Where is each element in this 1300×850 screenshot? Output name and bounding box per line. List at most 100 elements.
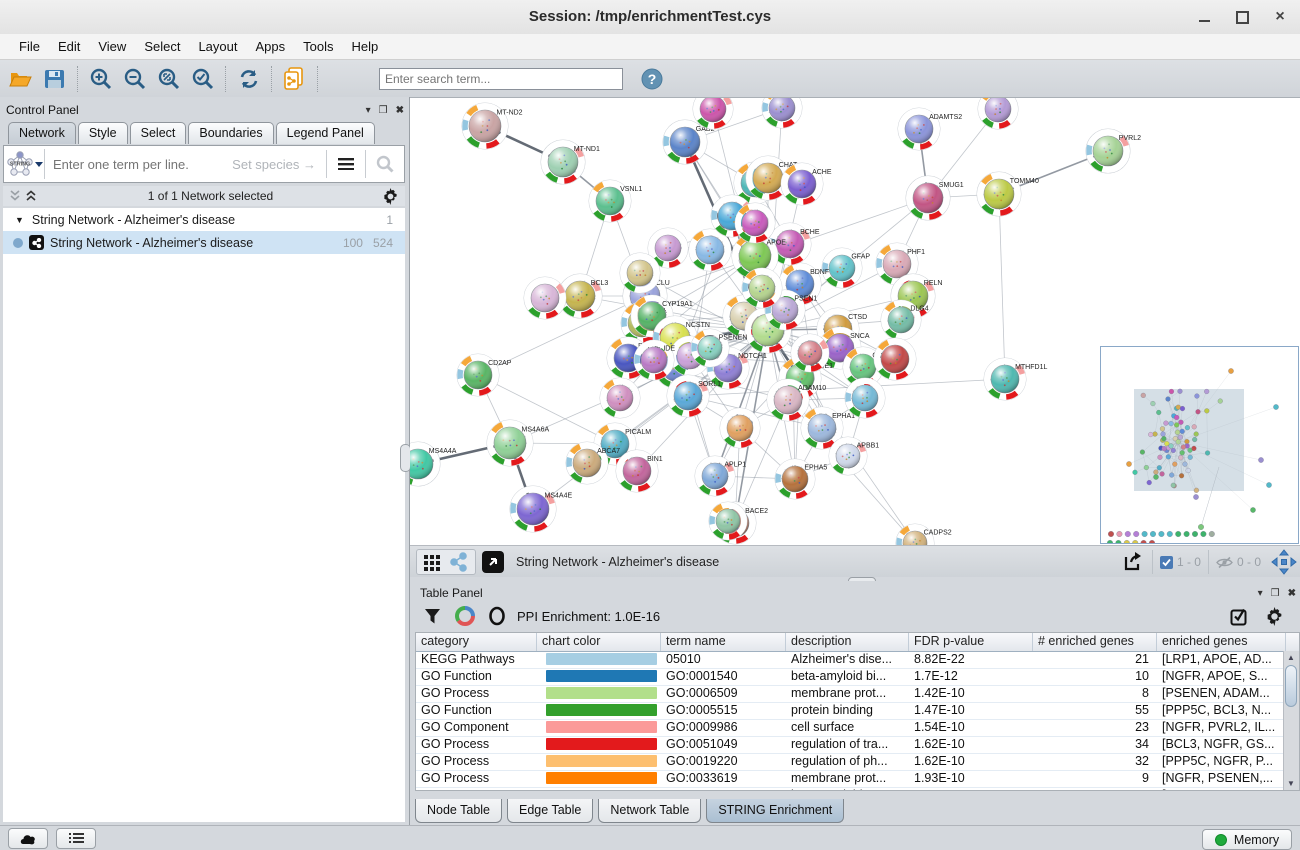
- open-file-icon[interactable]: [4, 64, 38, 94]
- zoom-fit-icon[interactable]: [152, 64, 186, 94]
- welcome-screen-button[interactable]: [8, 828, 48, 849]
- tab-network[interactable]: Network: [8, 122, 76, 144]
- column-header-term-name[interactable]: term name: [661, 633, 786, 651]
- filter-icon[interactable]: [424, 608, 441, 625]
- svg-text:SNCA: SNCA: [850, 333, 870, 340]
- table-row[interactable]: GO ProcessGO:0019220regulation of ph...1…: [416, 754, 1299, 771]
- zoom-selected-icon[interactable]: [186, 64, 220, 94]
- menu-file[interactable]: File: [10, 39, 49, 54]
- chart-color-swatch: [546, 738, 657, 750]
- statusbar: [0, 825, 1300, 850]
- menu-select[interactable]: Select: [135, 39, 189, 54]
- collapse-all-icon[interactable]: [9, 190, 23, 202]
- table-row[interactable]: KEGG Pathways05010Alzheimer's dise...8.8…: [416, 652, 1299, 669]
- network-tree-row[interactable]: ▼String Network - Alzheimer's disease1: [3, 208, 405, 231]
- column-header-enriched-genes[interactable]: enriched genes: [1157, 633, 1286, 651]
- help-icon[interactable]: ?: [635, 64, 669, 94]
- cell-category: KEGG Pathways: [416, 652, 537, 668]
- menu-edit[interactable]: Edit: [49, 39, 89, 54]
- clear-chart-icon[interactable]: [487, 606, 507, 626]
- chart-color-swatch: [546, 755, 657, 767]
- birdseye-view[interactable]: [1100, 346, 1299, 544]
- tab-style[interactable]: Style: [78, 122, 128, 144]
- menu-view[interactable]: View: [89, 39, 135, 54]
- enrichment-table[interactable]: categorychart colorterm namedescriptionF…: [415, 632, 1300, 791]
- menu-help[interactable]: Help: [343, 39, 388, 54]
- string-query-input[interactable]: [44, 149, 232, 179]
- table-row[interactable]: GO FunctionGO:0001540beta-amyloid bi...1…: [416, 669, 1299, 686]
- column-header-category[interactable]: category: [416, 633, 537, 651]
- column-header-chart-color[interactable]: chart color: [537, 633, 661, 651]
- column-header-description[interactable]: description: [786, 633, 909, 651]
- scrollbar-thumb[interactable]: [1285, 665, 1297, 707]
- panel-float-icon[interactable]: ❒: [379, 105, 388, 116]
- table-panel-close-icon[interactable]: ✖: [1288, 588, 1296, 599]
- table-panel-menu-icon[interactable]: ▾: [1258, 588, 1263, 599]
- column-header--enriched-genes[interactable]: # enriched genes: [1033, 633, 1157, 651]
- table-row[interactable]: GO ProcessGO:0006509membrane prot...1.42…: [416, 686, 1299, 703]
- tab-node-table[interactable]: Node Table: [415, 799, 502, 823]
- tab-edge-table[interactable]: Edge Table: [507, 799, 593, 823]
- table-row[interactable]: GO FunctionGO:0005515protein binding1.47…: [416, 703, 1299, 720]
- network-from-file-icon[interactable]: [278, 64, 312, 94]
- menu-tools[interactable]: Tools: [294, 39, 342, 54]
- enrichment-chart-icon[interactable]: [455, 606, 475, 626]
- maximize-button[interactable]: [1222, 0, 1262, 34]
- close-button[interactable]: ×: [1260, 0, 1300, 34]
- zoom-in-icon[interactable]: [84, 64, 118, 94]
- network-tree-row[interactable]: String Network - Alzheimer's disease1005…: [3, 231, 405, 254]
- network-options-gear-icon[interactable]: [382, 188, 399, 205]
- export-network-icon[interactable]: [1122, 551, 1144, 573]
- fullscreen-view-icon[interactable]: [482, 551, 504, 573]
- panel-close-icon[interactable]: ✖: [396, 105, 404, 116]
- tab-string-enrichment[interactable]: STRING Enrichment: [706, 799, 844, 823]
- table-row[interactable]: GO ProcessGO:0051049regulation of tra...…: [416, 737, 1299, 754]
- string-logo-icon[interactable]: STRING: [4, 150, 44, 178]
- refresh-icon[interactable]: [232, 64, 266, 94]
- tab-select[interactable]: Select: [130, 122, 187, 144]
- memory-button[interactable]: Memory: [1202, 829, 1292, 850]
- settings-gear-icon[interactable]: [1265, 607, 1284, 626]
- eye-slash-icon[interactable]: [1216, 556, 1233, 569]
- cell-enriched-genes: [IDE, KIAA1149...: [1157, 788, 1286, 791]
- network-icon: [29, 235, 44, 250]
- cell-term-name: GO:0006509: [661, 686, 786, 702]
- table-panel-float-icon[interactable]: ❒: [1271, 588, 1280, 599]
- table-row[interactable]: GO ProcessGO:0033619membrane prot...1.93…: [416, 771, 1299, 788]
- minimize-button[interactable]: [1184, 0, 1224, 34]
- species-hint[interactable]: Set species →: [232, 157, 316, 172]
- zoom-out-icon[interactable]: [118, 64, 152, 94]
- table-row[interactable]: GO ComponentGO:0009986cell surface1.54E-…: [416, 720, 1299, 737]
- scroll-down-icon[interactable]: ▼: [1284, 777, 1298, 790]
- column-header-fdr-p-value[interactable]: FDR p-value: [909, 633, 1033, 651]
- expand-all-icon[interactable]: [25, 190, 39, 202]
- tab-boundaries[interactable]: Boundaries: [188, 122, 273, 144]
- table-vertical-scrollbar[interactable]: ▲ ▼: [1283, 651, 1299, 790]
- cell-enriched-gene-count: 21: [1033, 652, 1157, 668]
- svg-text:ACHE: ACHE: [812, 169, 832, 176]
- menu-apps[interactable]: Apps: [247, 39, 295, 54]
- panel-menu-icon[interactable]: ▾: [366, 105, 371, 116]
- svg-text:BDNF: BDNF: [810, 269, 829, 276]
- expand-triangle-icon[interactable]: ▼: [15, 215, 24, 225]
- string-options-icon[interactable]: [326, 150, 365, 178]
- menu-layout[interactable]: Layout: [189, 39, 246, 54]
- task-history-button[interactable]: [56, 828, 96, 849]
- pan-tool-icon[interactable]: [1271, 549, 1297, 575]
- cell-fdr-p-value: 1.62E-10: [909, 737, 1033, 753]
- select-columns-icon[interactable]: [1230, 607, 1249, 626]
- network-view-title: String Network - Alzheimer's disease: [516, 555, 1116, 569]
- scroll-up-icon[interactable]: ▲: [1284, 651, 1298, 664]
- save-session-icon[interactable]: [38, 64, 72, 94]
- network-view-icon[interactable]: [449, 552, 469, 572]
- search-input[interactable]: [379, 68, 623, 90]
- tab-network-table[interactable]: Network Table: [598, 799, 701, 823]
- cell-category: GO Process: [416, 737, 537, 753]
- grid-view-icon[interactable]: [423, 552, 443, 572]
- tab-legend-panel[interactable]: Legend Panel: [276, 122, 375, 144]
- cell-category: GO Process: [416, 754, 537, 770]
- table-row[interactable]: GO ProcessGO:0050435beta-amyloid m...2.0…: [416, 788, 1299, 791]
- svg-text:PSENEN: PSENEN: [719, 334, 748, 341]
- selected-checkbox-icon[interactable]: [1160, 556, 1173, 569]
- string-search-icon[interactable]: [365, 150, 404, 178]
